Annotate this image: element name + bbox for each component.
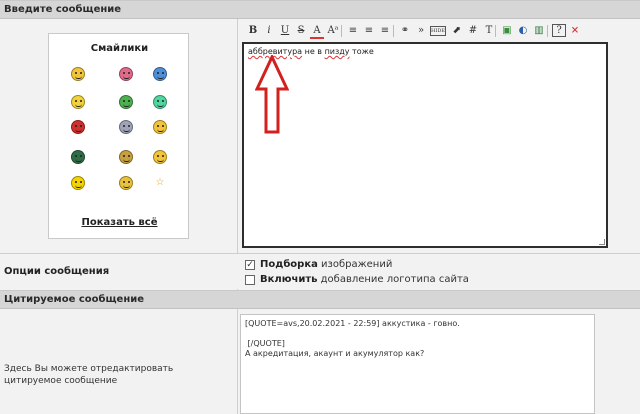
align-center-icon[interactable]: ≡ xyxy=(362,23,376,39)
link-icon[interactable]: ⚭ xyxy=(398,23,412,39)
toolbar-separator xyxy=(341,25,342,37)
image-icon[interactable]: ▣ xyxy=(500,23,514,39)
bold-icon[interactable]: B xyxy=(246,23,260,39)
dark-smiley-icon[interactable] xyxy=(71,150,85,164)
bunny-smiley-icon[interactable] xyxy=(71,176,85,190)
section-title: Введите сообщение xyxy=(4,4,122,15)
quote-label: Здесь Вы можете отредактировать цитируем… xyxy=(4,364,174,386)
hide-icon[interactable]: HIDE xyxy=(430,26,446,36)
help-icon[interactable]: ? xyxy=(552,24,566,37)
thinking-smiley-icon[interactable] xyxy=(71,95,85,109)
cool-smiley-icon[interactable] xyxy=(71,67,85,81)
resize-grip[interactable] xyxy=(599,239,605,245)
editor-word-misspelled-2: пизду xyxy=(324,47,350,56)
book-smiley-icon[interactable] xyxy=(119,150,133,164)
font-color-icon[interactable]: A xyxy=(310,23,324,39)
font-size-icon[interactable]: Aᵃ xyxy=(326,23,340,39)
logo-option-rest: добавление логотипа сайта xyxy=(317,274,469,285)
section-header-message: Введите сообщение xyxy=(0,0,640,19)
cheer-smiley-icon[interactable] xyxy=(153,150,167,164)
quote-textarea[interactable]: [QUOTE=avs,20.02.2021 - 22:59] аккустика… xyxy=(240,314,595,414)
align-left-icon[interactable]: ≡ xyxy=(346,23,360,39)
editor-text: не в xyxy=(302,47,325,56)
italic-icon[interactable]: i xyxy=(262,23,276,39)
toolbar-separator xyxy=(393,25,394,37)
toolbar-separator xyxy=(495,25,496,37)
quote-section-title: Цитируемое сообщение xyxy=(4,294,145,305)
images-option-text: Подборка изображений xyxy=(260,259,392,270)
devil-smiley-icon[interactable] xyxy=(71,120,85,134)
strike-icon[interactable]: S xyxy=(294,23,308,39)
section-header-quote: Цитируемое сообщение xyxy=(0,290,640,309)
align-right-icon[interactable]: ≡ xyxy=(378,23,392,39)
images-checkbox[interactable]: ✓ xyxy=(245,260,255,270)
underline-icon[interactable]: U xyxy=(278,23,292,39)
spoiler-icon[interactable]: ◐ xyxy=(516,23,530,39)
green-smiley-icon[interactable] xyxy=(153,95,167,109)
gun-smiley-icon[interactable] xyxy=(119,95,133,109)
toolbar-separator xyxy=(547,25,548,37)
logo-checkbox[interactable] xyxy=(245,275,255,285)
smilies-panel: Смайлики ☆ Показать всё xyxy=(48,33,189,239)
images-option-bold: Подборка xyxy=(260,259,318,270)
hash-icon[interactable]: # xyxy=(466,23,480,39)
images-option-rest: изображений xyxy=(317,259,393,270)
quote-icon[interactable]: » xyxy=(414,23,428,39)
pirate-smiley-icon[interactable] xyxy=(153,67,167,81)
wink-smiley-icon[interactable] xyxy=(153,120,167,134)
annotation-arrow xyxy=(255,55,289,134)
message-editor[interactable]: аббревитура не в пизду тоже xyxy=(242,42,608,248)
resize-icon[interactable]: ⬈ xyxy=(450,23,464,39)
smilies-title: Смайлики xyxy=(90,43,149,54)
options-label: Опции сообщения xyxy=(4,266,110,277)
laugh-smiley-icon[interactable] xyxy=(119,176,133,190)
text-icon[interactable]: T xyxy=(482,23,496,39)
editor-text-end: тоже xyxy=(349,47,374,56)
star-icon[interactable]: ☆ xyxy=(153,176,167,190)
logo-option-text: Включить добавление логотипа сайта xyxy=(260,274,469,285)
column-divider xyxy=(237,19,238,414)
sad-smiley-icon[interactable] xyxy=(119,120,133,134)
show-all-smilies-link[interactable]: Показать всё xyxy=(49,217,190,228)
media-icon[interactable]: ▥ xyxy=(532,23,546,39)
close-icon[interactable]: × xyxy=(568,23,582,39)
angry-smiley-icon[interactable] xyxy=(119,67,133,81)
logo-option-bold: Включить xyxy=(260,274,318,285)
